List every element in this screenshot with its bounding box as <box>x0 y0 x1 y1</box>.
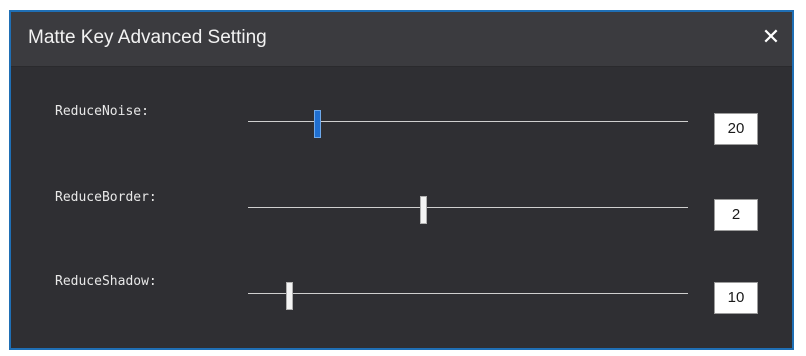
reduce-shadow-track <box>248 293 688 294</box>
reduce-shadow-slider[interactable] <box>248 282 688 310</box>
reduce-border-slider[interactable] <box>248 196 688 224</box>
dialog-title: Matte Key Advanced Setting <box>28 27 267 48</box>
reduce-noise-value[interactable]: 20 <box>714 113 758 145</box>
reduce-border-track <box>248 207 688 208</box>
reduce-shadow-thumb[interactable] <box>285 282 293 310</box>
matte-key-dialog: Matte Key Advanced Setting ✕ ReduceNoise… <box>9 10 794 350</box>
reduce-border-label: ReduceBorder: <box>55 190 157 205</box>
reduce-noise-slider[interactable] <box>248 110 688 138</box>
reduce-border-thumb[interactable] <box>420 196 427 224</box>
reduce-border-value[interactable]: 2 <box>714 199 758 231</box>
reduce-shadow-value[interactable]: 10 <box>714 282 758 314</box>
reduce-shadow-label: ReduceShadow: <box>55 274 157 289</box>
title-bar[interactable]: Matte Key Advanced Setting ✕ <box>11 12 792 67</box>
close-icon[interactable]: ✕ <box>758 24 784 50</box>
reduce-noise-label: ReduceNoise: <box>55 104 149 119</box>
reduce-noise-thumb[interactable] <box>314 110 322 138</box>
